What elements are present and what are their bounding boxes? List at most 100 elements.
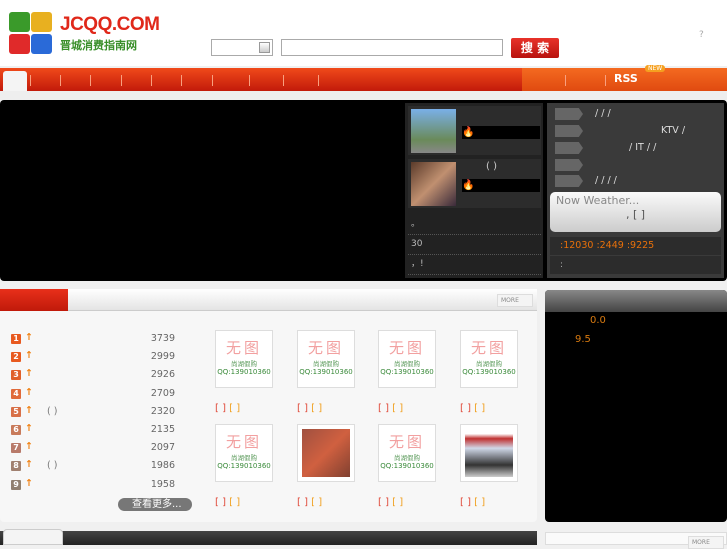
search-category-select[interactable] [211, 39, 273, 56]
product-link[interactable]: [ ] [311, 403, 322, 414]
product-links[interactable]: [ ] [ ] [460, 403, 485, 414]
product-card[interactable]: 无图 尚湖假购 QQ:139010360 [460, 330, 518, 388]
product-card[interactable] [297, 424, 355, 482]
product-link[interactable]: [ ] [229, 403, 240, 414]
arrow-up-icon: ↑ [25, 459, 33, 471]
ranking-item[interactable]: 5 ↑ ( ) 2320 [11, 405, 191, 423]
ranking-item[interactable]: 6 ↑ 2135 [11, 423, 191, 441]
product-link[interactable]: [ ] [297, 403, 308, 414]
score-value: 0.0 [590, 315, 606, 326]
product-card[interactable]: 无图 尚湖假购 QQ:139010360 [215, 424, 273, 482]
ranking-item[interactable]: 2 ↑ 2999 [11, 350, 191, 368]
arrow-up-icon: ↑ [25, 477, 33, 489]
product-link[interactable]: [ ] [297, 497, 308, 508]
product-link[interactable]: [ ] [474, 403, 485, 414]
ranking-item[interactable]: 8 ↑ ( ) 1986 [11, 459, 191, 477]
arrow-up-icon: ↑ [25, 368, 33, 380]
ranking-item[interactable]: 9 ↑ 1958 [11, 478, 191, 496]
search-input[interactable] [281, 39, 503, 56]
product-image[interactable] [302, 429, 350, 477]
product-card[interactable] [460, 424, 518, 482]
nav-rss[interactable]: RSS [614, 72, 638, 85]
bottom-section-tab[interactable] [3, 529, 63, 545]
product-links[interactable]: [ ] [ ] [378, 497, 403, 508]
product-links[interactable]: [ ] [ ] [297, 497, 322, 508]
rank-badge: 8 [11, 461, 21, 472]
ranking-item[interactable]: 4 ↑ 2709 [11, 387, 191, 405]
product-link[interactable]: [ ] [311, 497, 322, 508]
ranking-item[interactable]: 3 ↑ 2926 [11, 368, 191, 386]
featured-item[interactable]: ( ) 🔥 [408, 159, 541, 208]
product-links[interactable]: [ ] [ ] [460, 497, 485, 508]
bottom-section-header [0, 531, 537, 545]
site-stats: :12030 :2449 :9225 [550, 237, 721, 255]
hot-bar: 🔥 [462, 179, 540, 192]
tag-label [555, 108, 583, 120]
more-button[interactable]: MORE [688, 536, 724, 549]
ranking-count: 2097 [150, 442, 175, 454]
help-link[interactable]: ? [699, 30, 704, 40]
section-header [0, 289, 537, 311]
tag-links[interactable]: KTV / [661, 125, 685, 136]
no-image-text: 无图 [225, 433, 262, 451]
product-link[interactable]: [ ] [460, 403, 471, 414]
product-link[interactable]: [ ] [460, 497, 471, 508]
featured-image[interactable] [411, 162, 456, 206]
product-link[interactable]: [ ] [392, 497, 403, 508]
placeholder-qq: QQ:139010360 [299, 368, 353, 376]
featured-image[interactable] [411, 109, 456, 153]
arrow-up-icon: ↑ [25, 423, 33, 434]
tag-links[interactable]: / / / / [595, 175, 617, 186]
product-link[interactable]: [ ] [474, 497, 485, 508]
tag-label [555, 175, 583, 187]
section-tab[interactable] [0, 289, 68, 311]
placeholder-qq: QQ:139010360 [462, 368, 516, 376]
view-more-button[interactable]: 查看更多... [118, 498, 192, 511]
product-links[interactable]: [ ] [ ] [297, 403, 322, 414]
product-card[interactable]: 无图 尚湖假购 QQ:139010360 [378, 330, 436, 388]
no-image-text: 无图 [388, 339, 425, 357]
arrow-up-icon: ↑ [25, 386, 33, 398]
product-link[interactable]: [ ] [392, 403, 403, 414]
placeholder-qq: QQ:139010360 [217, 462, 271, 470]
ranking-count: 2135 [150, 424, 175, 435]
more-button[interactable]: MORE [497, 294, 533, 307]
placeholder-qq: QQ:139010360 [380, 368, 434, 376]
rank-badge: 1 [11, 334, 21, 344]
product-links[interactable]: [ ] [ ] [215, 497, 240, 508]
product-card[interactable]: 无图 尚湖假购 QQ:139010360 [378, 424, 436, 482]
product-link[interactable]: [ ] [378, 403, 389, 414]
rank-badge: 4 [11, 388, 21, 399]
featured-link[interactable]: 30 [408, 233, 541, 255]
weather-title: Now Weather... [556, 194, 640, 207]
featured-link[interactable]: 。 [408, 213, 541, 235]
product-link[interactable]: [ ] [229, 497, 240, 508]
site-stats-line: : [550, 256, 721, 274]
featured-item[interactable]: 🔥 [408, 106, 541, 155]
product-card[interactable]: 无图 尚湖假购 QQ:139010360 [215, 330, 273, 388]
ranking-item[interactable]: 1 ↑ 3739 [11, 332, 191, 350]
tag-links[interactable]: / / / [595, 108, 611, 119]
product-link[interactable]: [ ] [215, 497, 226, 508]
product-card[interactable]: 无图 尚湖假购 QQ:139010360 [297, 330, 355, 388]
product-link[interactable]: [ ] [215, 403, 226, 414]
ranking-name[interactable]: ( ) [47, 406, 57, 417]
arrow-up-icon: ↑ [25, 332, 33, 343]
product-link[interactable]: [ ] [378, 497, 389, 508]
tag-links[interactable]: / IT / / [629, 142, 656, 153]
product-links[interactable]: [ ] [ ] [378, 403, 403, 414]
logo[interactable] [9, 12, 53, 54]
no-image-text: 无图 [307, 339, 344, 357]
search-button[interactable]: 搜 索 [511, 38, 559, 58]
ranking-item[interactable]: 7 ↑ 2097 [11, 441, 191, 459]
tag-label [555, 142, 583, 154]
product-links[interactable]: [ ] [ ] [215, 403, 240, 414]
featured-title[interactable]: ( ) [486, 161, 497, 172]
product-image[interactable] [465, 429, 513, 477]
nav-home-tab[interactable] [3, 71, 27, 91]
featured-link[interactable]: ，! [408, 253, 541, 275]
ranking-name[interactable]: ( ) [47, 460, 57, 471]
rank-badge: 2 [11, 352, 21, 363]
ranking-count: 2926 [150, 369, 175, 381]
new-badge: NEW [645, 65, 666, 72]
